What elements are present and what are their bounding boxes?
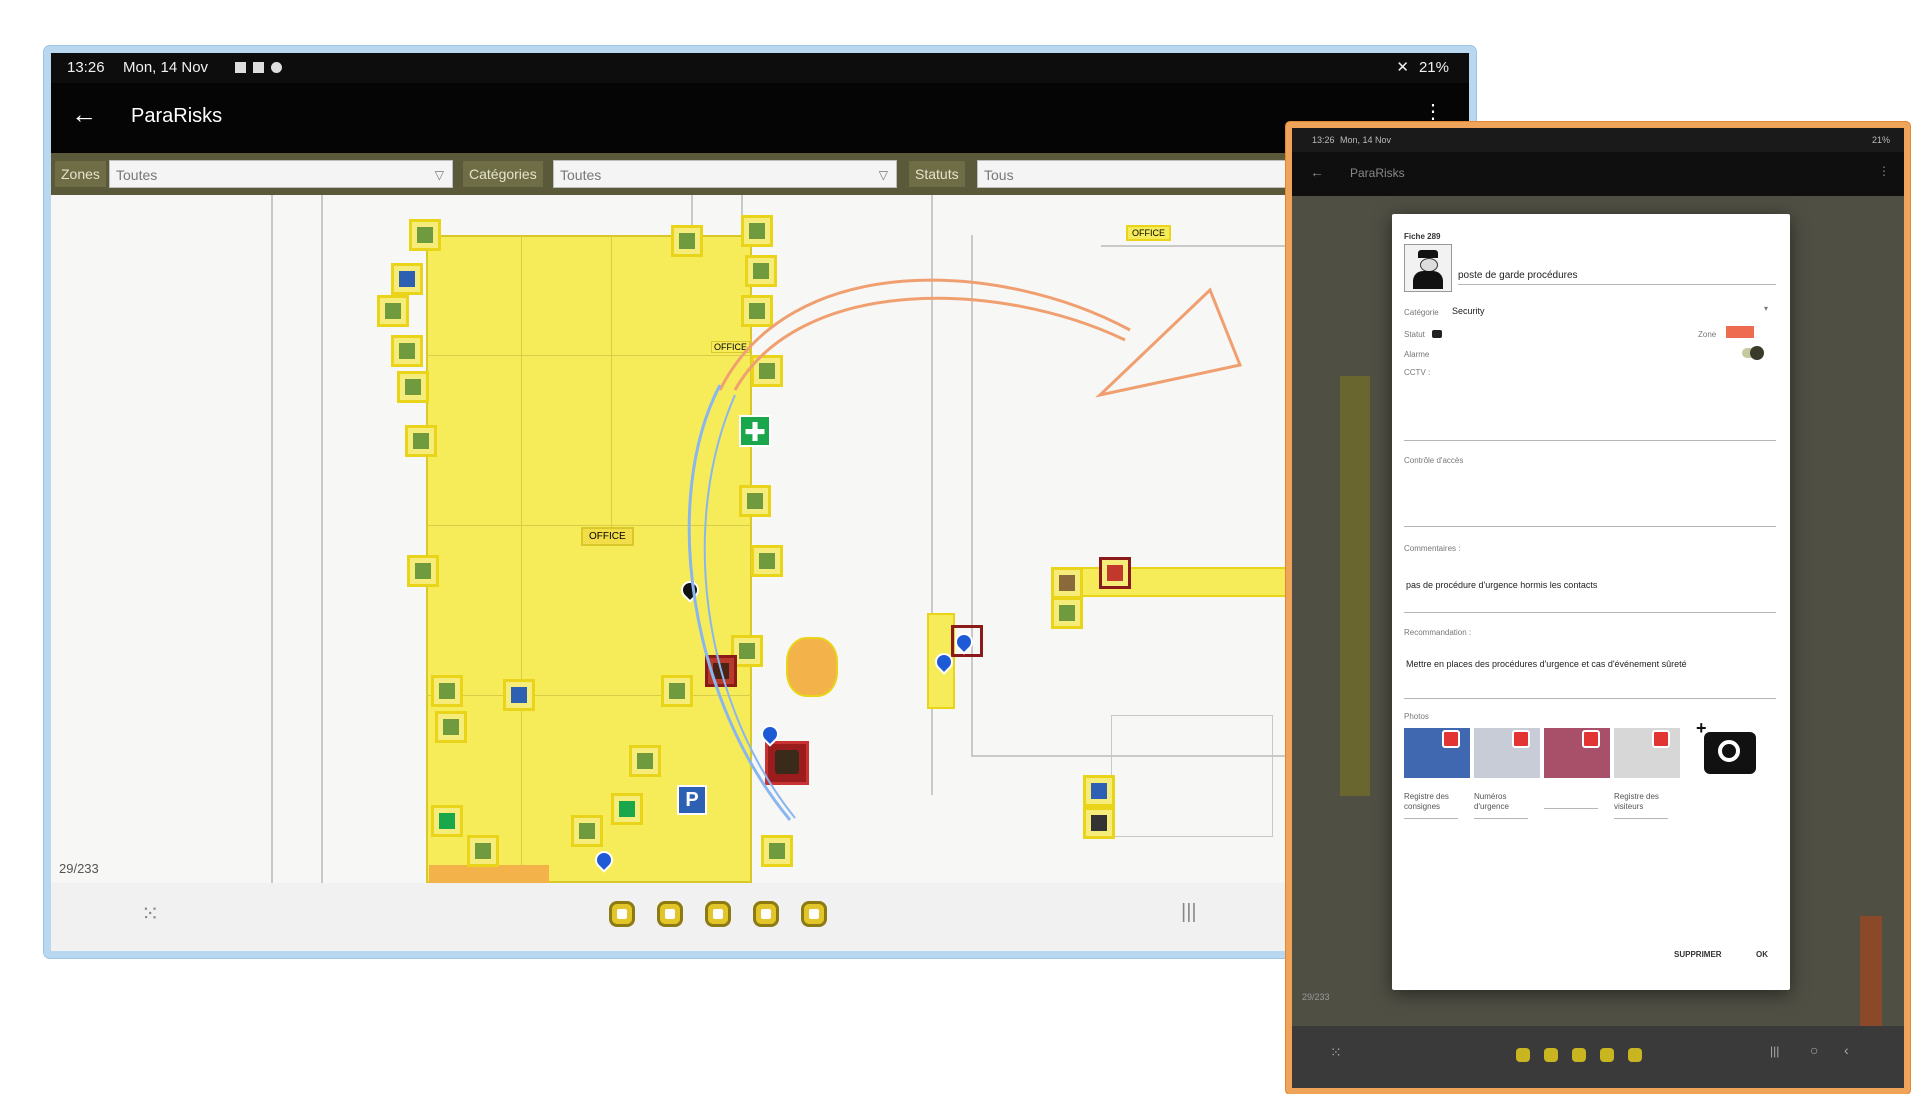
back-nav-icon[interactable]: ‹ bbox=[1844, 1042, 1849, 1058]
photos-label: Photos bbox=[1404, 712, 1429, 721]
app-title: ParaRisks bbox=[1350, 166, 1405, 180]
blue-arrow-curve bbox=[687, 384, 792, 821]
arrow-left-icon[interactable]: ← bbox=[1310, 164, 1324, 180]
camera-tool-icon[interactable] bbox=[1544, 1048, 1558, 1062]
chevron-down-icon[interactable]: ▾ bbox=[1764, 304, 1768, 313]
add-photo-camera-icon[interactable]: + bbox=[1696, 718, 1756, 774]
caption-underline bbox=[1404, 818, 1458, 819]
zone-color-swatch[interactable] bbox=[1726, 326, 1754, 338]
settings-tool-icon[interactable] bbox=[1600, 1048, 1614, 1062]
battery-level: 21% bbox=[1871, 135, 1890, 145]
alarme-label: Alarme bbox=[1404, 350, 1430, 359]
status-time: 13:26 bbox=[1312, 135, 1335, 145]
fiche-title: Fiche 289 bbox=[1404, 232, 1441, 241]
delete-photo-icon[interactable] bbox=[1582, 730, 1600, 748]
fiche-name[interactable]: poste de garde procédures bbox=[1458, 270, 1578, 281]
photo-caption: Numéros d'urgence bbox=[1474, 792, 1509, 811]
layer-tool-icon[interactable] bbox=[1572, 1048, 1586, 1062]
tablet-right: 13:26 Mon, 14 Nov 21% ← ParaRisks ⋮ 29/2… bbox=[1286, 122, 1910, 1094]
orange-arrow-curve bbox=[718, 278, 1131, 391]
more-vert-icon[interactable]: ⋮ bbox=[1878, 164, 1890, 178]
photo-thumbnail[interactable] bbox=[1614, 728, 1680, 778]
commentaires-value[interactable]: pas de procédure d'urgence hormis les co… bbox=[1406, 580, 1597, 590]
dimmed-zone bbox=[1340, 376, 1370, 796]
media-tool-icon[interactable] bbox=[1628, 1048, 1642, 1062]
caption-underline bbox=[1474, 818, 1528, 819]
caption-underline bbox=[1614, 818, 1668, 819]
delete-photo-icon[interactable] bbox=[1512, 730, 1530, 748]
controle-label: Contrôle d'accès bbox=[1404, 456, 1464, 465]
orange-arrow-head-icon bbox=[1095, 287, 1243, 398]
status-date: Mon, 14 Nov bbox=[1340, 135, 1392, 145]
recommandation-label: Recommandation : bbox=[1404, 628, 1472, 637]
zone-label: Zone bbox=[1698, 330, 1717, 339]
photo-caption: Registre des consignes bbox=[1404, 792, 1449, 811]
category-value[interactable]: Security bbox=[1452, 306, 1485, 316]
fiche-dialog: Fiche 289 poste de garde procédures Caté… bbox=[1392, 214, 1790, 990]
alarme-switch[interactable] bbox=[1742, 346, 1764, 360]
supprimer-button[interactable]: SUPPRIMER bbox=[1674, 950, 1722, 959]
home-icon[interactable]: ○ bbox=[1810, 1042, 1818, 1058]
photo-strip bbox=[1404, 728, 1694, 782]
photo-thumbnail[interactable] bbox=[1474, 728, 1540, 778]
apps-grid-icon[interactable]: ⁙ bbox=[1330, 1044, 1342, 1061]
commentaires-field-underline bbox=[1404, 612, 1776, 613]
cctv-field-underline[interactable] bbox=[1404, 440, 1776, 441]
delete-photo-icon[interactable] bbox=[1652, 730, 1670, 748]
app-bar: ← ParaRisks ⋮ bbox=[1292, 152, 1904, 196]
photo-thumbnail[interactable] bbox=[1544, 728, 1610, 778]
status-bar: 13:26 Mon, 14 Nov 21% bbox=[1292, 128, 1904, 152]
commentaires-label: Commentaires : bbox=[1404, 544, 1461, 553]
bottom-nav-bar: ⁙ ||| ○ ‹ bbox=[1292, 1026, 1904, 1088]
photo-caption: Registre des visiteurs bbox=[1614, 792, 1659, 811]
recommandation-value[interactable]: Mettre en places des procédures d'urgenc… bbox=[1406, 658, 1766, 670]
delete-photo-icon[interactable] bbox=[1442, 730, 1460, 748]
photo-thumbnail[interactable] bbox=[1404, 728, 1470, 778]
blue-arrow-curve-inner bbox=[703, 394, 796, 819]
statut-label: Statut bbox=[1404, 330, 1425, 339]
recommandation-field-underline bbox=[1404, 698, 1776, 699]
controle-field-underline[interactable] bbox=[1404, 526, 1776, 527]
dimmed-zone bbox=[1860, 916, 1882, 1026]
ok-button[interactable]: OK bbox=[1756, 950, 1768, 959]
category-label: Catégorie bbox=[1404, 308, 1439, 317]
field-underline bbox=[1458, 284, 1776, 285]
recent-apps-icon[interactable]: ||| bbox=[1770, 1044, 1779, 1058]
statut-toggle[interactable] bbox=[1432, 330, 1442, 338]
note-tool-icon[interactable] bbox=[1516, 1048, 1530, 1062]
guard-avatar-icon[interactable] bbox=[1404, 244, 1452, 292]
caption-underline bbox=[1544, 808, 1598, 809]
cctv-label: CCTV : bbox=[1404, 368, 1431, 377]
page-counter: 29/233 bbox=[1302, 992, 1330, 1002]
